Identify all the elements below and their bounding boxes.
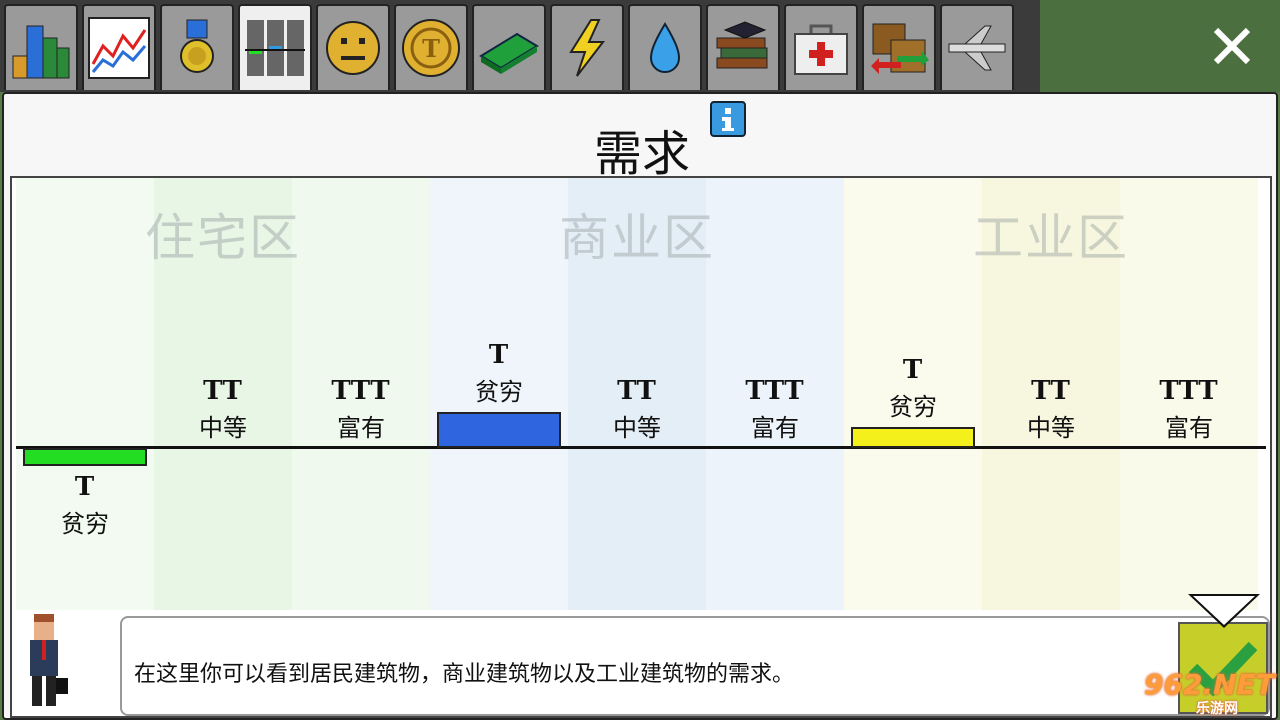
lightning-icon [569, 19, 606, 77]
coin-icon: T [402, 19, 460, 77]
watermark: 962.NET 乐游网 [1144, 668, 1275, 717]
wealth-level-name: 贫穷 [475, 378, 523, 406]
tab-water[interactable] [628, 4, 702, 90]
tutorial-pointer-arrow [1188, 594, 1260, 628]
watermark-line2: 乐游网 [1196, 701, 1238, 717]
dialog-text: 在这里你可以看到居民建筑物，商业建筑物以及工业建筑物的需求。 [134, 662, 795, 687]
wealth-level-label: T 贫穷 [848, 355, 978, 422]
wealth-level-name: 中等 [613, 414, 661, 442]
wealth-level-label: TTT 富有 [296, 376, 426, 443]
tab-health[interactable] [784, 4, 858, 90]
demand-icon [245, 20, 305, 76]
wealth-level-label: TT 中等 [158, 376, 288, 443]
zone-label: 商业区 [559, 209, 715, 267]
tab-transport[interactable] [940, 4, 1014, 90]
tax-level-text: T [488, 340, 510, 370]
tax-level-text: T [902, 355, 924, 385]
tax-level-text: T [74, 472, 96, 502]
panel-title: 需求 [4, 114, 1280, 184]
money-icon [479, 32, 539, 74]
advisor-dialog[interactable]: 在这里你可以看到居民建筑物，商业建筑物以及工业建筑物的需求。 [120, 616, 1270, 716]
tax-level-text: TTT [745, 376, 805, 406]
tab-city[interactable] [4, 4, 78, 90]
info-icon[interactable] [710, 101, 746, 137]
wealth-level-label: T 贫穷 [20, 472, 150, 539]
demand-bar [851, 427, 975, 448]
panel-title-text: 需求 [593, 126, 690, 182]
tab-bar: T [0, 0, 1040, 92]
tax-level-text: TT [203, 376, 243, 406]
wealth-level-name: 贫穷 [889, 393, 937, 421]
tax-level-text: TT [1031, 376, 1071, 406]
tab-education[interactable] [706, 4, 780, 90]
tab-finance[interactable]: T [394, 4, 468, 90]
wealth-level-label: T 贫穷 [434, 340, 564, 407]
tab-graph[interactable] [82, 4, 156, 90]
advisor-avatar [20, 612, 70, 712]
tab-happiness[interactable] [316, 4, 390, 90]
wealth-level-name: 富有 [751, 414, 799, 442]
wealth-level-label: TTT 富有 [710, 376, 840, 443]
city-icon [12, 25, 70, 79]
tax-level-text: TTT [1159, 376, 1219, 406]
close-button[interactable] [1195, 14, 1269, 78]
wealth-level-name: 富有 [1165, 414, 1213, 442]
wealth-level-name: 贫穷 [61, 510, 109, 538]
wealth-level-label: TT 中等 [572, 376, 702, 443]
trade-icon [871, 23, 929, 74]
wealth-level-label: TT 中等 [986, 376, 1116, 443]
demand-bar [437, 412, 561, 448]
wealth-level-label: TTT 富有 [1124, 376, 1254, 443]
water-drop-icon [649, 22, 681, 73]
tax-level-text: TTT [331, 376, 391, 406]
tab-achievements[interactable] [160, 4, 234, 90]
wealth-level-name: 富有 [337, 414, 385, 442]
medical-kit-icon [794, 24, 848, 75]
smiley-icon [326, 21, 380, 75]
tab-trade[interactable] [862, 4, 936, 90]
demand-axis [16, 446, 1266, 449]
books-icon [716, 21, 768, 69]
close-icon [1213, 27, 1251, 65]
tax-level-text: TT [617, 376, 657, 406]
watermark-line1: 962.NET [1144, 668, 1275, 701]
wealth-level-name: 中等 [199, 414, 247, 442]
tab-power[interactable] [550, 4, 624, 90]
zone-label: 工业区 [973, 209, 1129, 267]
zone-label: 住宅区 [145, 209, 301, 267]
svg-text:T: T [422, 34, 440, 63]
demand-bar [23, 448, 147, 466]
wealth-level-name: 中等 [1027, 414, 1075, 442]
medal-icon [180, 19, 214, 73]
tab-budget[interactable] [472, 4, 546, 90]
graph-icon [88, 17, 150, 79]
tab-demand[interactable] [238, 4, 312, 90]
airplane-icon [948, 25, 1006, 71]
